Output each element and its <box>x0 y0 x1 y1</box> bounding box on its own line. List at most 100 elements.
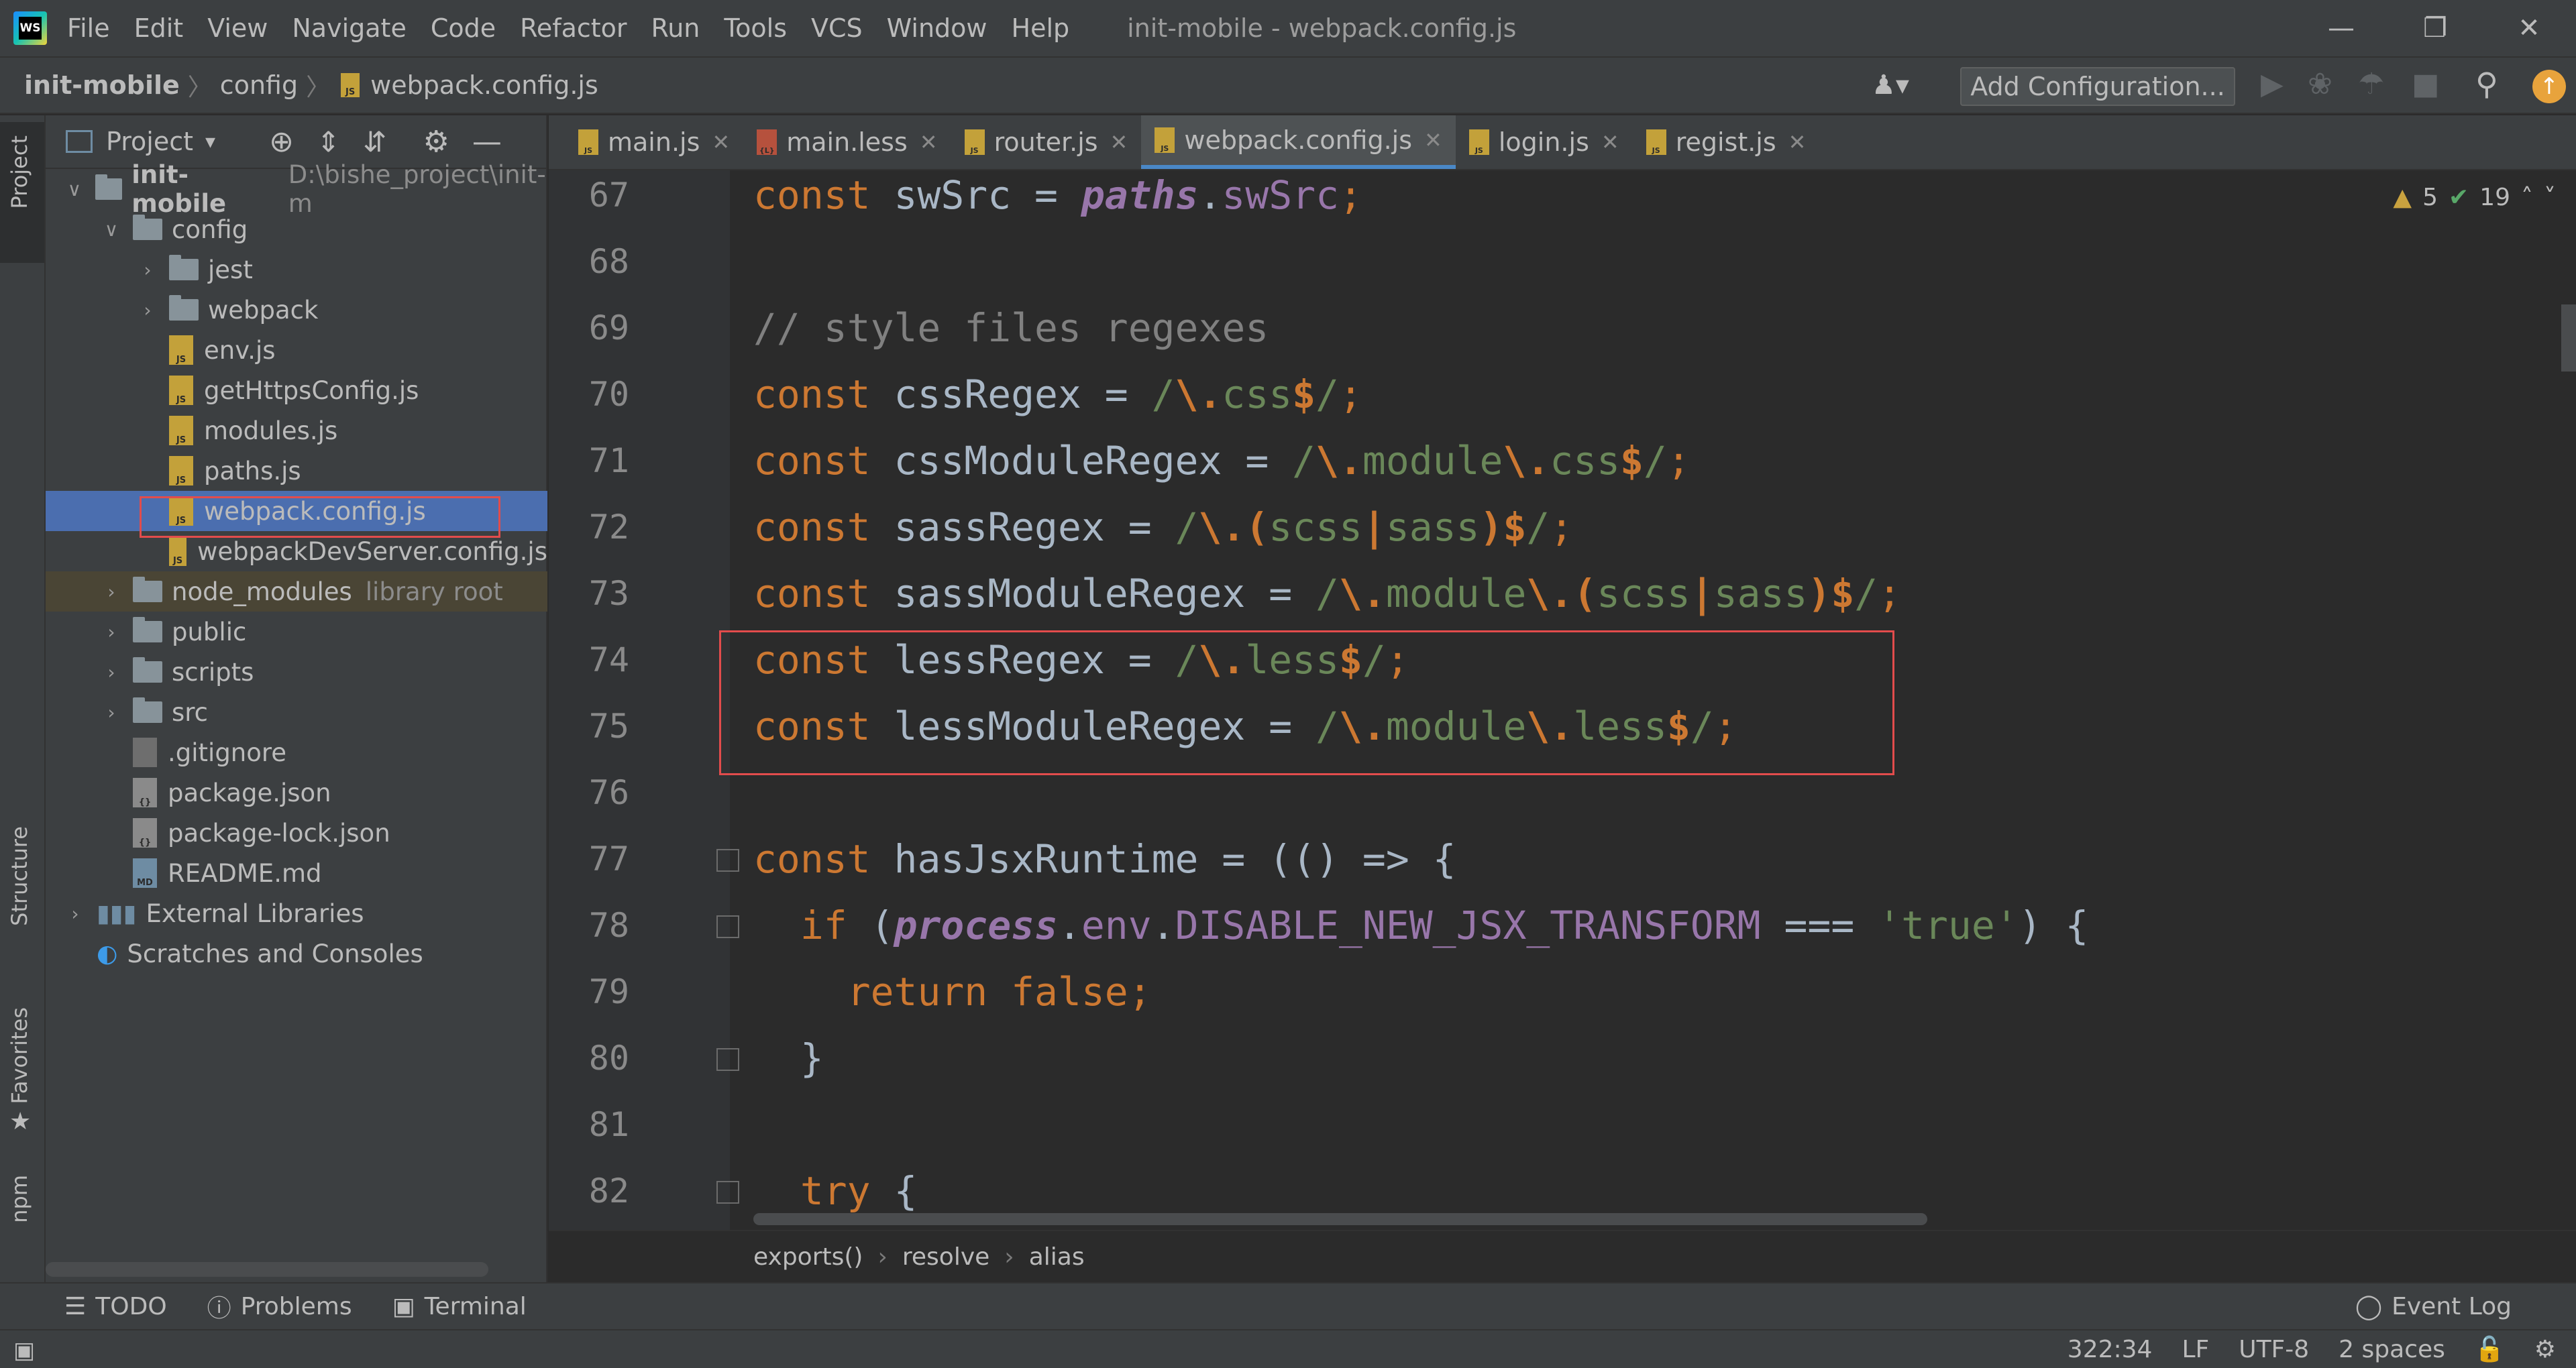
npm-tab[interactable]: npm <box>7 1175 32 1223</box>
chevron-down-icon: ∨ <box>67 178 82 201</box>
expand-all-icon[interactable]: ⇕ <box>317 125 340 158</box>
line-number: 70 <box>588 375 629 414</box>
menu-run[interactable]: Run <box>651 13 700 43</box>
line-number: 68 <box>588 242 629 281</box>
favorites-tab[interactable]: Favorites <box>7 1007 32 1104</box>
search-icon[interactable]: ⚲ <box>2475 66 2498 102</box>
tree-item-src[interactable]: › src <box>46 692 547 732</box>
vertical-scroll-thumb[interactable] <box>2561 304 2576 372</box>
project-tool-tab[interactable]: Project <box>0 122 44 263</box>
tab-main-js[interactable]: JS main.js ✕ <box>565 115 743 169</box>
debug-icon[interactable]: ❀ <box>2308 67 2332 101</box>
user-icon[interactable]: ♟▾ <box>1872 70 1909 101</box>
status-bar: ▣ 322:34 LF UTF-8 2 spaces 🔓 ⚙ <box>0 1329 2576 1368</box>
gear-icon[interactable]: ⚙ <box>423 125 449 159</box>
tree-item-file[interactable]: .gitignore <box>46 732 547 773</box>
update-icon[interactable]: ↑ <box>2532 70 2566 103</box>
close-icon[interactable]: ✕ <box>1788 129 1807 155</box>
tab-router-js[interactable]: JS router.js ✕ <box>951 115 1142 169</box>
nav-crumb-file[interactable]: webpack.config.js <box>370 70 598 100</box>
markdown-file-icon: MD <box>133 858 157 888</box>
hide-icon[interactable]: — <box>472 125 502 159</box>
menu-navigate[interactable]: Navigate <box>292 13 406 43</box>
indent-setting[interactable]: 2 spaces <box>2339 1336 2445 1363</box>
file-encoding[interactable]: UTF-8 <box>2239 1336 2309 1363</box>
tree-item-file[interactable]: JS modules.js <box>46 410 547 451</box>
tree-item-file[interactable]: JS getHttpsConfig.js <box>46 370 547 410</box>
problems-tool-button[interactable]: ⓘ Problems <box>207 1289 352 1324</box>
tree-item-jest[interactable]: › jest <box>46 249 547 290</box>
chevron-up-icon[interactable]: ˄ <box>2521 184 2533 211</box>
settings-icon[interactable]: ⚙ <box>2534 1336 2556 1363</box>
webstorm-logo-icon: WS <box>13 11 47 45</box>
event-log-button[interactable]: ◯ Event Log <box>2355 1293 2512 1320</box>
fold-marker-icon[interactable] <box>716 915 739 938</box>
breadcrumb-alias[interactable]: alias <box>1029 1243 1085 1271</box>
coverage-icon[interactable]: ☂ <box>2358 67 2384 101</box>
chevron-down-icon[interactable]: ▾ <box>205 130 215 154</box>
menu-edit[interactable]: Edit <box>134 13 184 43</box>
minimize-icon[interactable]: — <box>2298 0 2385 56</box>
tree-item-scratches[interactable]: ◐ Scratches and Consoles <box>46 933 547 974</box>
nav-crumb-project[interactable]: init-mobile <box>24 70 180 100</box>
folder-icon <box>169 295 199 321</box>
tree-item-external-libraries[interactable]: › ▮▮▮ External Libraries <box>46 893 547 933</box>
tree-item-public[interactable]: › public <box>46 612 547 652</box>
tab-webpack-config-js[interactable]: JS webpack.config.js ✕ <box>1141 115 1456 169</box>
close-icon[interactable]: ✕ <box>1601 129 1619 155</box>
tree-item-webpack[interactable]: › webpack <box>46 290 547 330</box>
fold-marker-icon[interactable] <box>716 849 739 872</box>
project-view-selector[interactable]: Project <box>106 127 193 156</box>
close-icon[interactable]: ✕ <box>2485 0 2573 56</box>
close-icon[interactable]: ✕ <box>712 129 730 155</box>
inspection-widget[interactable]: ▲ 5 ✔ 19 ˄ ˅ <box>2393 184 2556 211</box>
stop-icon[interactable]: ■ <box>2412 67 2440 101</box>
restore-icon[interactable]: ❐ <box>2392 0 2479 56</box>
tree-item-file[interactable]: MD README.md <box>46 853 547 893</box>
tree-item-file[interactable]: JS env.js <box>46 330 547 370</box>
editor-horizontal-scrollbar[interactable] <box>753 1213 1927 1225</box>
tree-item-config[interactable]: ∨ config <box>46 209 547 249</box>
panel-toggle-icon[interactable]: ▣ <box>13 1337 35 1364</box>
tree-item-file[interactable]: {} package.json <box>46 773 547 813</box>
panel-horizontal-scrollbar[interactable] <box>46 1262 488 1277</box>
caret-position[interactable]: 322:34 <box>2068 1336 2153 1363</box>
menu-file[interactable]: File <box>67 13 110 43</box>
tab-regist-js[interactable]: JS regist.js ✕ <box>1633 115 1820 169</box>
nav-crumb-folder[interactable]: config <box>220 70 298 100</box>
menu-vcs[interactable]: VCS <box>811 13 863 43</box>
add-configuration-button[interactable]: Add Configuration... <box>1960 67 2235 106</box>
fold-marker-icon[interactable] <box>716 1181 739 1204</box>
locate-icon[interactable]: ⊕ <box>269 125 294 159</box>
menu-help[interactable]: Help <box>1012 13 1070 43</box>
menu-code[interactable]: Code <box>431 13 496 43</box>
tree-item-root[interactable]: ∨ init-mobile D:\bishe_project\init-m <box>46 160 547 218</box>
terminal-icon: ▣ <box>392 1292 415 1320</box>
close-icon[interactable]: ✕ <box>1110 129 1128 155</box>
close-icon[interactable]: ✕ <box>920 129 938 155</box>
breadcrumb-exports[interactable]: exports() <box>753 1243 863 1271</box>
terminal-tool-button[interactable]: ▣ Terminal <box>392 1293 527 1320</box>
menu-refactor[interactable]: Refactor <box>520 13 627 43</box>
js-file-icon: JS <box>169 536 187 566</box>
chevron-down-icon[interactable]: ˅ <box>2544 184 2556 211</box>
tree-item-node-modules[interactable]: › node_modules library root <box>46 571 547 612</box>
structure-tab[interactable]: Structure <box>7 826 32 926</box>
tab-main-less[interactable]: {L} main.less ✕ <box>743 115 951 169</box>
js-file-icon: JS <box>341 73 360 97</box>
tree-item-scripts[interactable]: › scripts <box>46 652 547 692</box>
menu-tools[interactable]: Tools <box>724 13 787 43</box>
tab-login-js[interactable]: JS login.js ✕ <box>1456 115 1633 169</box>
fold-marker-icon[interactable] <box>716 1048 739 1071</box>
todo-tool-button[interactable]: ☰ TODO <box>64 1293 167 1320</box>
lock-icon[interactable]: 🔓 <box>2475 1335 2505 1363</box>
menu-window[interactable]: Window <box>887 13 987 43</box>
menu-view[interactable]: View <box>207 13 268 43</box>
close-icon[interactable]: ✕ <box>1424 127 1442 153</box>
line-separator[interactable]: LF <box>2182 1336 2209 1363</box>
tree-item-file[interactable]: JS paths.js <box>46 451 547 491</box>
tree-item-file[interactable]: {} package-lock.json <box>46 813 547 853</box>
run-icon[interactable]: ▶ <box>2261 67 2284 101</box>
collapse-all-icon[interactable]: ⇵ <box>363 125 386 158</box>
breadcrumb-resolve[interactable]: resolve <box>902 1243 989 1271</box>
